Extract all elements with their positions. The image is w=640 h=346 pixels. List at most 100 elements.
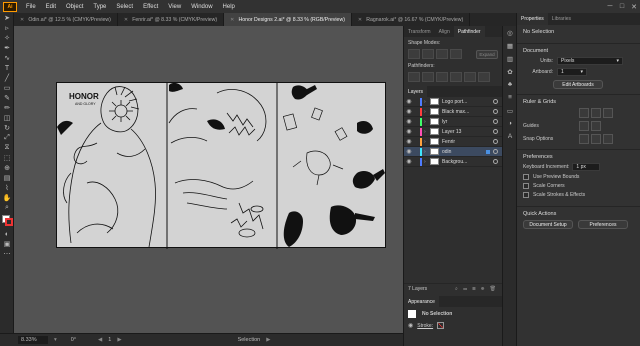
snap-point-icon[interactable] — [579, 134, 589, 144]
layer-actions-icons[interactable]: ⌕ ▭ ⊞ ⊕ 🗑 — [455, 286, 498, 292]
visibility-eye-icon[interactable]: ◉ — [404, 98, 414, 105]
target-circle-icon[interactable] — [493, 99, 498, 104]
target-circle-icon[interactable] — [493, 139, 498, 144]
tab-appearance[interactable]: Appearance — [404, 296, 439, 307]
outline-icon[interactable] — [464, 72, 476, 82]
direct-selection-tool-icon[interactable]: ▹ — [0, 23, 14, 33]
visibility-eye-icon[interactable]: ◉ — [404, 108, 414, 115]
close-window-icon[interactable]: ✕ — [628, 3, 640, 11]
close-tab-icon[interactable]: ✕ — [124, 17, 128, 23]
minimize-icon[interactable]: ─ — [604, 3, 616, 10]
minus-back-icon[interactable] — [478, 72, 490, 82]
pen-tool-icon[interactable]: ✒ — [0, 43, 14, 53]
selection-indicator-icon[interactable] — [486, 149, 490, 154]
tab-ragnarok[interactable]: ✕ Ragnarok.ai* @ 16.67 % (CMYK/Preview) — [352, 13, 471, 26]
stroke-panel-icon[interactable]: ≡ — [503, 91, 517, 104]
edit-artboards-button[interactable]: Edit Artboards — [553, 80, 603, 89]
magic-wand-icon[interactable]: ✧ — [0, 33, 14, 43]
visibility-eye-icon[interactable]: ◉ — [404, 148, 414, 155]
shape-builder-icon[interactable]: ⊕ — [0, 163, 14, 173]
status-arrow-icon[interactable]: ▶ — [266, 337, 270, 343]
maximize-icon[interactable]: □ — [616, 3, 628, 10]
artboard-number-field[interactable]: 1 — [108, 337, 111, 343]
close-tab-icon[interactable]: ✕ — [358, 17, 362, 23]
gradient-tool-icon[interactable]: ▤ — [0, 173, 14, 183]
menu-edit[interactable]: Edit — [41, 4, 61, 10]
scale-strokes-checkbox[interactable]: Scale Strokes & Effects — [523, 192, 634, 198]
visibility-eye-icon[interactable]: ◉ — [404, 118, 414, 125]
hand-tool-icon[interactable]: ✋ — [0, 193, 14, 203]
rotation-field[interactable]: 0° — [71, 337, 76, 343]
use-preview-bounds-checkbox[interactable]: Use Preview Bounds — [523, 174, 634, 180]
next-artboard-icon[interactable]: ▶ — [117, 337, 121, 343]
visibility-eye-icon[interactable]: ◉ — [404, 128, 414, 135]
paintbrush-tool-icon[interactable]: ✎ — [0, 93, 14, 103]
preferences-button[interactable]: Preferences — [578, 220, 628, 229]
menu-object[interactable]: Object — [61, 4, 88, 10]
eraser-tool-icon[interactable]: ◫ — [0, 113, 14, 123]
layer-row[interactable]: ◉ › Black max... — [404, 107, 502, 117]
target-circle-icon[interactable] — [493, 159, 498, 164]
fill-stroke-swatch[interactable] — [0, 213, 14, 229]
layer-row[interactable]: ◉ › lyr — [404, 117, 502, 127]
rectangle-tool-icon[interactable]: ▭ — [0, 83, 14, 93]
menu-type[interactable]: Type — [88, 4, 111, 10]
intersect-icon[interactable] — [436, 49, 448, 59]
eyedropper-icon[interactable]: ⌇ — [0, 183, 14, 193]
menu-help[interactable]: Help — [218, 4, 240, 10]
tab-properties[interactable]: Properties — [517, 13, 548, 25]
target-circle-icon[interactable] — [493, 119, 498, 124]
curvature-tool-icon[interactable]: ∿ — [0, 53, 14, 63]
snap-pixel-icon[interactable] — [591, 134, 601, 144]
free-transform-icon[interactable]: ⬚ — [0, 153, 14, 163]
color-guide-icon[interactable]: ▦ — [503, 39, 517, 52]
scale-corners-checkbox[interactable]: Scale Corners — [523, 183, 634, 189]
rotate-tool-icon[interactable]: ↻ — [0, 123, 14, 133]
show-guides-icon[interactable] — [579, 121, 589, 131]
menu-effect[interactable]: Effect — [138, 4, 163, 10]
draw-mode-icon[interactable]: ◐ — [0, 229, 14, 239]
target-circle-icon[interactable] — [493, 129, 498, 134]
transparency-icon[interactable]: ◑ — [503, 117, 517, 130]
layer-row[interactable]: ◉ › Logo port... — [404, 97, 502, 107]
units-select[interactable]: Pixels ▾ — [557, 57, 623, 65]
scale-tool-icon[interactable]: ⤢ — [0, 133, 14, 143]
selection-tool-icon[interactable]: ➤ — [0, 13, 14, 23]
divide-icon[interactable] — [408, 72, 420, 82]
artboard-select[interactable]: 1 ▾ — [557, 68, 587, 76]
exclude-icon[interactable] — [450, 49, 462, 59]
target-circle-icon[interactable] — [493, 109, 498, 114]
menu-file[interactable]: File — [21, 4, 41, 10]
symbols-icon[interactable]: ♣ — [503, 78, 517, 91]
document-setup-button[interactable]: Document Setup — [523, 220, 573, 229]
color-panel-icon[interactable]: ◎ — [503, 26, 517, 39]
menu-view[interactable]: View — [163, 4, 186, 10]
target-circle-icon[interactable] — [493, 149, 498, 154]
type-tool-icon[interactable]: T — [0, 63, 14, 73]
layer-row[interactable]: ◉ › Fenrir — [404, 137, 502, 147]
visibility-eye-icon[interactable]: ◉ — [404, 138, 414, 145]
screen-mode-icon[interactable]: ▣ — [0, 239, 14, 249]
chevron-down-icon[interactable]: ▾ — [54, 337, 57, 343]
transparency-grid-icon[interactable] — [603, 108, 613, 118]
grid-icon[interactable] — [591, 108, 601, 118]
unite-icon[interactable] — [408, 49, 420, 59]
layer-row[interactable]: ◉ › Layer 13 — [404, 127, 502, 137]
visibility-eye-icon[interactable]: ◉ — [408, 322, 413, 329]
character-panel-icon[interactable]: A — [503, 130, 517, 143]
tab-fenrir[interactable]: ✕ Fenrir.ai* @ 8.33 % (CMYK/Preview) — [118, 13, 225, 26]
more-tools-icon[interactable]: ⋯ — [0, 249, 14, 259]
merge-icon[interactable] — [436, 72, 448, 82]
tab-layers[interactable]: Layers — [404, 86, 428, 97]
pencil-tool-icon[interactable]: ✏ — [0, 103, 14, 113]
close-tab-icon[interactable]: ✕ — [20, 17, 24, 23]
expand-button[interactable]: Expand — [476, 49, 498, 59]
menu-window[interactable]: Window — [186, 4, 217, 10]
close-tab-icon[interactable]: ✕ — [230, 17, 234, 23]
tab-pathfinder[interactable]: Pathfinder — [453, 26, 485, 37]
crop-icon[interactable] — [450, 72, 462, 82]
brushes-icon[interactable]: ✿ — [503, 65, 517, 78]
ruler-icon[interactable] — [579, 108, 589, 118]
tab-align[interactable]: Align — [435, 26, 454, 37]
tab-transform[interactable]: Transform — [404, 26, 435, 37]
